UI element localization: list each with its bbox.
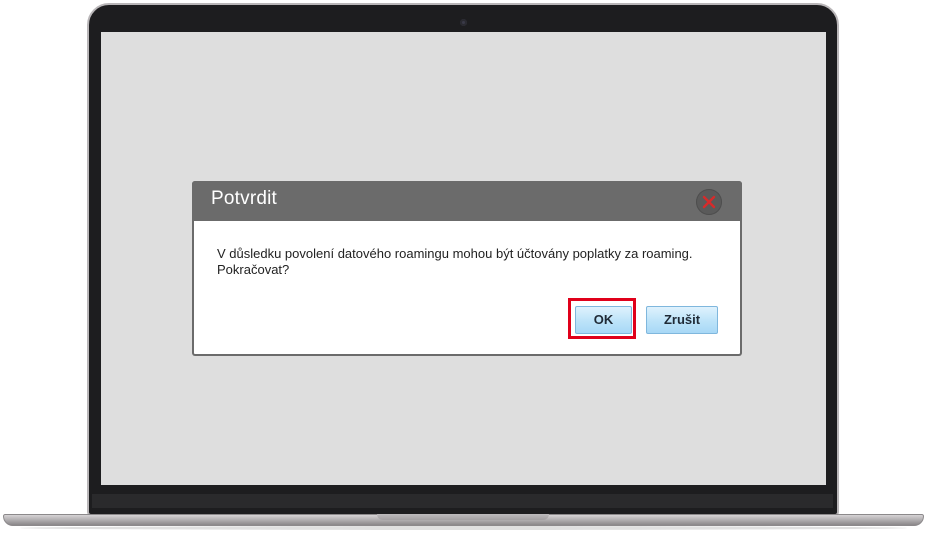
dialog-message: V důsledku povolení datového roamingu mo… xyxy=(217,246,722,278)
dialog-title: Potvrdit xyxy=(211,188,278,209)
dialog-header: Potvrdit xyxy=(192,181,742,221)
dialog-message-line: V důsledku povolení datového roamingu mo… xyxy=(217,246,693,261)
laptop-screen-bezel-bottom xyxy=(92,494,833,508)
cancel-button[interactable]: Zrušit xyxy=(646,306,718,334)
laptop-hinge-notch xyxy=(377,514,549,520)
ok-button-highlight xyxy=(568,298,636,339)
confirm-dialog: Potvrdit V důsledku povolení datového ro… xyxy=(192,181,742,356)
dialog-message-question: Pokračovat? xyxy=(217,262,290,277)
close-x-icon xyxy=(702,195,716,209)
laptop-mockup: Potvrdit V důsledku povolení datového ro… xyxy=(0,0,927,537)
laptop-shadow xyxy=(20,526,907,530)
webcam xyxy=(460,19,467,26)
close-button[interactable] xyxy=(696,189,722,215)
